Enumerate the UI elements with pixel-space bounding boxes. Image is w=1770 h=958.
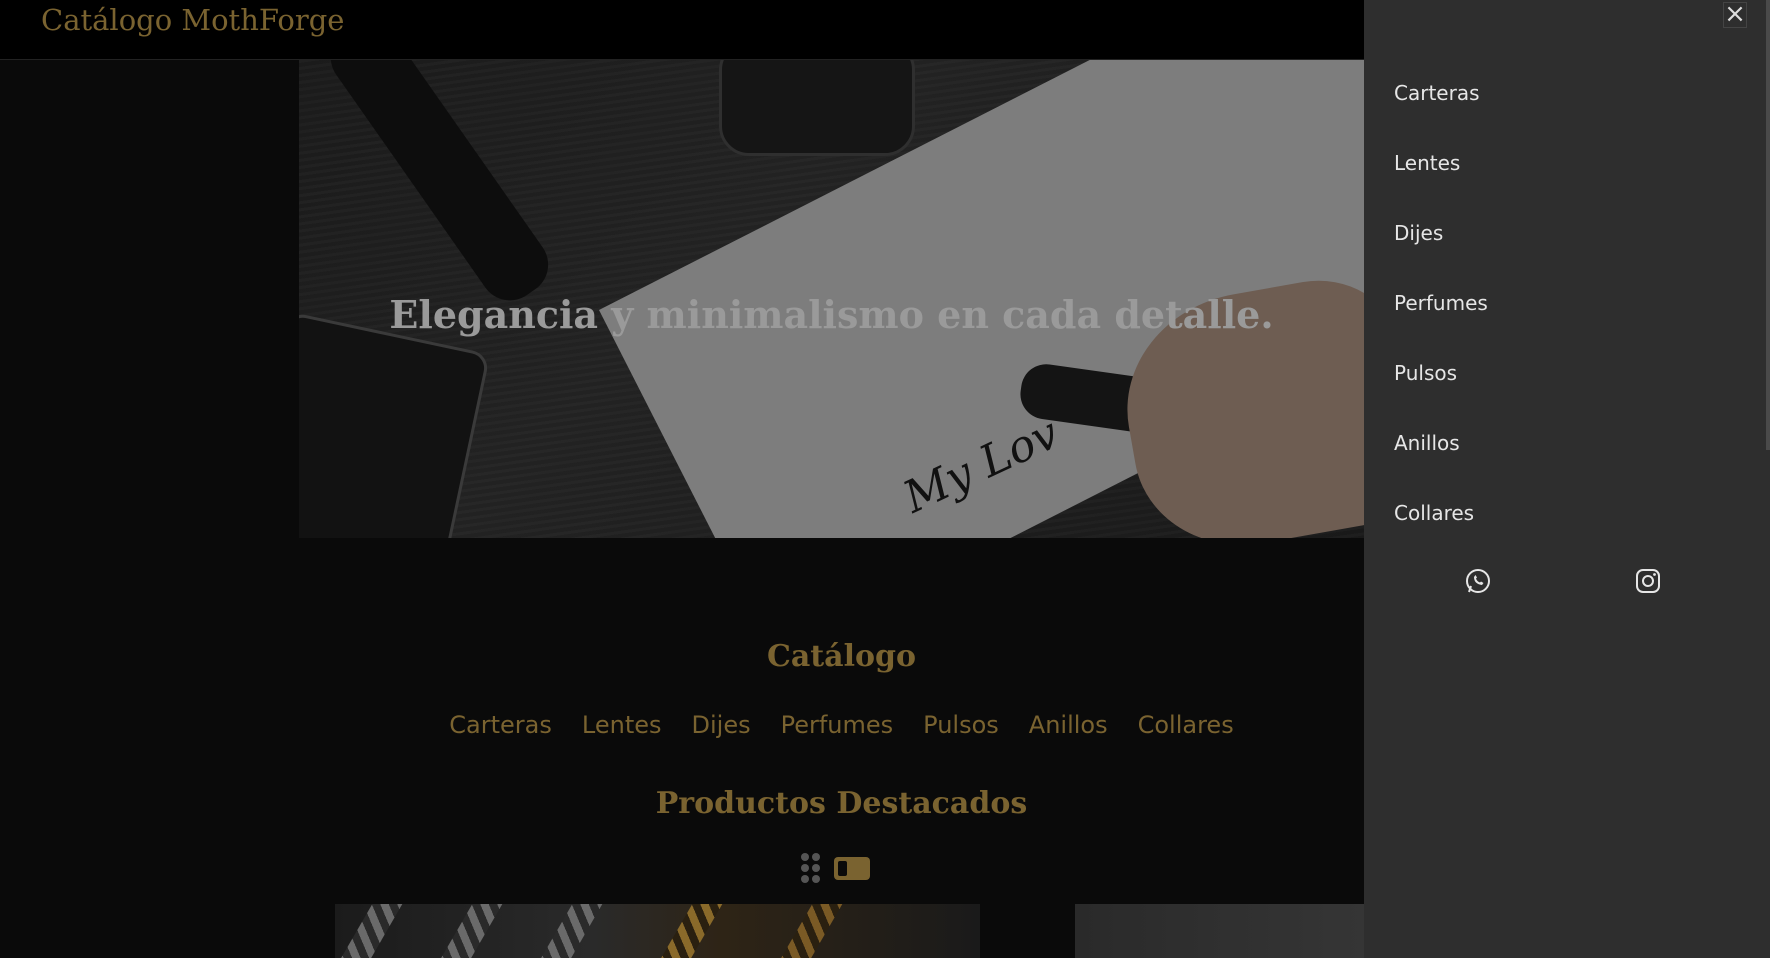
side-drawer: × Carteras Lentes Dijes Perfumes Pulsos … xyxy=(1364,0,1770,958)
drawer-item-perfumes[interactable]: Perfumes xyxy=(1394,282,1488,352)
whatsapp-icon[interactable] xyxy=(1464,567,1492,595)
instagram-icon[interactable] xyxy=(1634,567,1662,595)
hero-headline: Elegancia y minimalismo en cada detalle. xyxy=(389,292,1274,337)
product-card-image[interactable] xyxy=(335,904,980,958)
drawer-item-dijes[interactable]: Dijes xyxy=(1394,212,1488,282)
category-link-collares[interactable]: Collares xyxy=(1138,711,1234,739)
drawer-item-lentes[interactable]: Lentes xyxy=(1394,142,1488,212)
card-view-icon[interactable] xyxy=(834,856,870,880)
catalog-title: Catálogo xyxy=(766,639,916,674)
close-icon[interactable]: × xyxy=(1723,1,1747,28)
view-toggle xyxy=(801,853,870,883)
drawer-item-anillos[interactable]: Anillos xyxy=(1394,422,1488,492)
category-link-anillos[interactable]: Anillos xyxy=(1029,711,1108,739)
hero-banner: My Lov Elegancia y minimalismo en cada d… xyxy=(299,60,1364,538)
top-navbar: Catálogo MothForge xyxy=(0,0,1364,60)
category-link-pulsos[interactable]: Pulsos xyxy=(923,711,999,739)
category-link-dijes[interactable]: Dijes xyxy=(692,711,751,739)
brand-logo[interactable]: Catálogo MothForge xyxy=(41,0,344,40)
drawer-menu: Carteras Lentes Dijes Perfumes Pulsos An… xyxy=(1394,72,1488,562)
featured-title: Productos Destacados xyxy=(655,786,1028,821)
category-link-lentes[interactable]: Lentes xyxy=(582,711,662,739)
drawer-item-collares[interactable]: Collares xyxy=(1394,492,1488,562)
category-link-carteras[interactable]: Carteras xyxy=(449,711,552,739)
hero-glass-jar xyxy=(719,60,915,156)
grid-view-icon[interactable] xyxy=(801,853,820,883)
category-nav: Carteras Lentes Dijes Perfumes Pulsos An… xyxy=(0,711,1364,739)
drawer-item-pulsos[interactable]: Pulsos xyxy=(1394,352,1488,422)
page: Catálogo MothForge My Lov Elegancia y mi… xyxy=(0,0,1364,958)
category-link-perfumes[interactable]: Perfumes xyxy=(781,711,894,739)
scrollbar[interactable] xyxy=(1766,0,1770,450)
product-card-image[interactable] xyxy=(1075,904,1364,958)
drawer-item-carteras[interactable]: Carteras xyxy=(1394,72,1488,142)
